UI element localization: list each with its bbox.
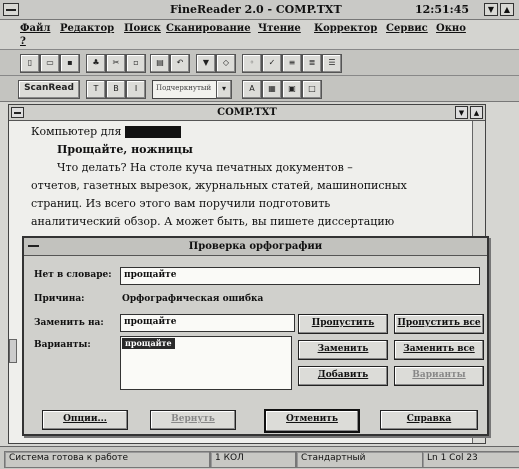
not-in-dict-field: прощайте bbox=[120, 267, 480, 285]
menu-corrector[interactable]: Корректор bbox=[314, 23, 377, 34]
chevron-down-icon[interactable]: ▾ bbox=[216, 80, 232, 99]
font-size-icon[interactable]: A bbox=[242, 80, 262, 99]
menu-scan[interactable]: Сканирование bbox=[166, 23, 251, 34]
dialog-title: Проверка орфографии bbox=[24, 238, 487, 256]
title-bar: FineReader 2.0 - COMP.TXT 12:51:45 ▼ ▲ bbox=[0, 0, 519, 20]
menu-search[interactable]: Поиск bbox=[124, 23, 161, 34]
menu-read[interactable]: Чтение bbox=[258, 23, 301, 34]
scroll-marker[interactable] bbox=[9, 339, 17, 363]
spell-icon[interactable]: ✓ bbox=[262, 54, 282, 73]
variants-label: Варианты: bbox=[34, 340, 91, 350]
window-title: FineReader 2.0 - COMP.TXT bbox=[170, 3, 342, 16]
add-button[interactable]: Добавить bbox=[298, 366, 388, 386]
align-left-icon[interactable]: ≡ bbox=[282, 54, 302, 73]
clock: 12:51:45 bbox=[415, 3, 470, 16]
skip-all-button[interactable]: Пропустить все bbox=[394, 314, 484, 334]
scanread-button[interactable]: ScanRead bbox=[18, 80, 80, 99]
text-icon[interactable]: T bbox=[86, 80, 106, 99]
replace-input[interactable]: прощайте bbox=[120, 314, 295, 332]
status-lang: 1 КОЛ bbox=[210, 451, 296, 468]
align-right-icon[interactable]: ☰ bbox=[322, 54, 342, 73]
open-icon[interactable]: ▭ bbox=[40, 54, 60, 73]
replace-button[interactable]: Заменить bbox=[298, 340, 388, 360]
doc-maximize-icon[interactable]: ▲ bbox=[470, 106, 483, 119]
undo-icon[interactable]: ↶ bbox=[170, 54, 190, 73]
undo-button[interactable]: Вернуть bbox=[150, 410, 236, 430]
menu-service[interactable]: Сервис bbox=[386, 23, 428, 34]
cut-icon[interactable]: ✂ bbox=[106, 54, 126, 73]
options-button[interactable]: Опции... bbox=[42, 410, 128, 430]
format-toolbar: ScanRead T B I Подчеркнутый ▾ A ▦ ▣ □ bbox=[0, 76, 519, 102]
minimize-icon[interactable]: ▼ bbox=[484, 3, 498, 16]
menu-editor[interactable]: Редактор bbox=[60, 23, 114, 34]
doc-line-3: Что делать? На столе куча печатных докум… bbox=[57, 161, 353, 174]
doc-line-4: отчетов, газетных вырезок, журнальных ст… bbox=[31, 179, 407, 192]
reason-label: Причина: bbox=[34, 294, 85, 304]
doc-line-2: Прощайте, ножницы bbox=[57, 143, 193, 156]
align-center-icon[interactable]: ≣ bbox=[302, 54, 322, 73]
replace-all-button[interactable]: Заменить все bbox=[394, 340, 484, 360]
style-select[interactable]: Подчеркнутый bbox=[152, 80, 219, 99]
maximize-icon[interactable]: ▲ bbox=[500, 3, 514, 16]
document-title: COMP.TXT bbox=[9, 105, 485, 121]
reason-value: Орфографическая ошибка bbox=[122, 294, 264, 304]
redacted-block bbox=[125, 126, 182, 138]
spell-check-dialog: Проверка орфографии Нет в словаре: проща… bbox=[22, 236, 489, 436]
replace-label: Заменить на: bbox=[34, 318, 104, 328]
status-style: Стандартный bbox=[296, 451, 424, 468]
table-icon[interactable]: ▦ bbox=[262, 80, 282, 99]
variants-list[interactable]: прощайте bbox=[120, 336, 292, 390]
read-icon[interactable]: ◇ bbox=[216, 54, 236, 73]
scan-icon[interactable]: ▼ bbox=[196, 54, 216, 73]
frame-icon[interactable]: □ bbox=[302, 80, 322, 99]
help-button[interactable]: Справка bbox=[380, 410, 478, 430]
new-icon[interactable]: ▯ bbox=[20, 54, 40, 73]
picture-icon[interactable]: ▣ bbox=[282, 80, 302, 99]
zoom-icon[interactable]: ◦ bbox=[242, 54, 262, 73]
doc-minimize-icon[interactable]: ▼ bbox=[455, 106, 468, 119]
doc-line-1: Компьютер для bbox=[31, 125, 182, 138]
status-bar: Система готова к работе 1 КОЛ Стандартны… bbox=[0, 446, 519, 469]
main-toolbar: ▯ ▭ ▪ ♣ ✂ ▫ ▤ ↶ ▼ ◇ ◦ ✓ ≡ ≣ ☰ bbox=[0, 50, 519, 76]
save-icon[interactable]: ▪ bbox=[60, 54, 80, 73]
variants-button[interactable]: Варианты bbox=[394, 366, 484, 386]
find-icon[interactable]: ♣ bbox=[86, 54, 106, 73]
paste-icon[interactable]: ▤ bbox=[150, 54, 170, 73]
menu-help[interactable]: ? bbox=[20, 36, 26, 47]
dialog-menu-icon[interactable] bbox=[27, 241, 41, 252]
not-in-dict-label: Нет в словаре: bbox=[34, 270, 112, 280]
status-message: Система готова к работе bbox=[4, 451, 210, 468]
document-menu-icon[interactable] bbox=[11, 107, 24, 118]
list-item[interactable]: прощайте bbox=[122, 338, 175, 349]
copy-icon[interactable]: ▫ bbox=[126, 54, 146, 73]
skip-button[interactable]: Пропустить bbox=[298, 314, 388, 334]
doc-line-6: аналитический обзор. А может быть, вы пи… bbox=[31, 215, 395, 228]
menu-window[interactable]: Окно bbox=[436, 23, 466, 34]
menu-file[interactable]: Файл bbox=[20, 23, 50, 34]
status-position: Ln 1 Col 23 bbox=[422, 451, 519, 468]
menu-bar: Файл Редактор Поиск Сканирование Чтение … bbox=[0, 20, 519, 50]
italic-icon[interactable]: I bbox=[126, 80, 146, 99]
cancel-button[interactable]: Отменить bbox=[264, 409, 360, 433]
bold-icon[interactable]: B bbox=[106, 80, 126, 99]
system-menu-icon[interactable] bbox=[3, 3, 19, 16]
doc-line-5: страниц. Из всего этого вам поручили под… bbox=[31, 197, 331, 210]
